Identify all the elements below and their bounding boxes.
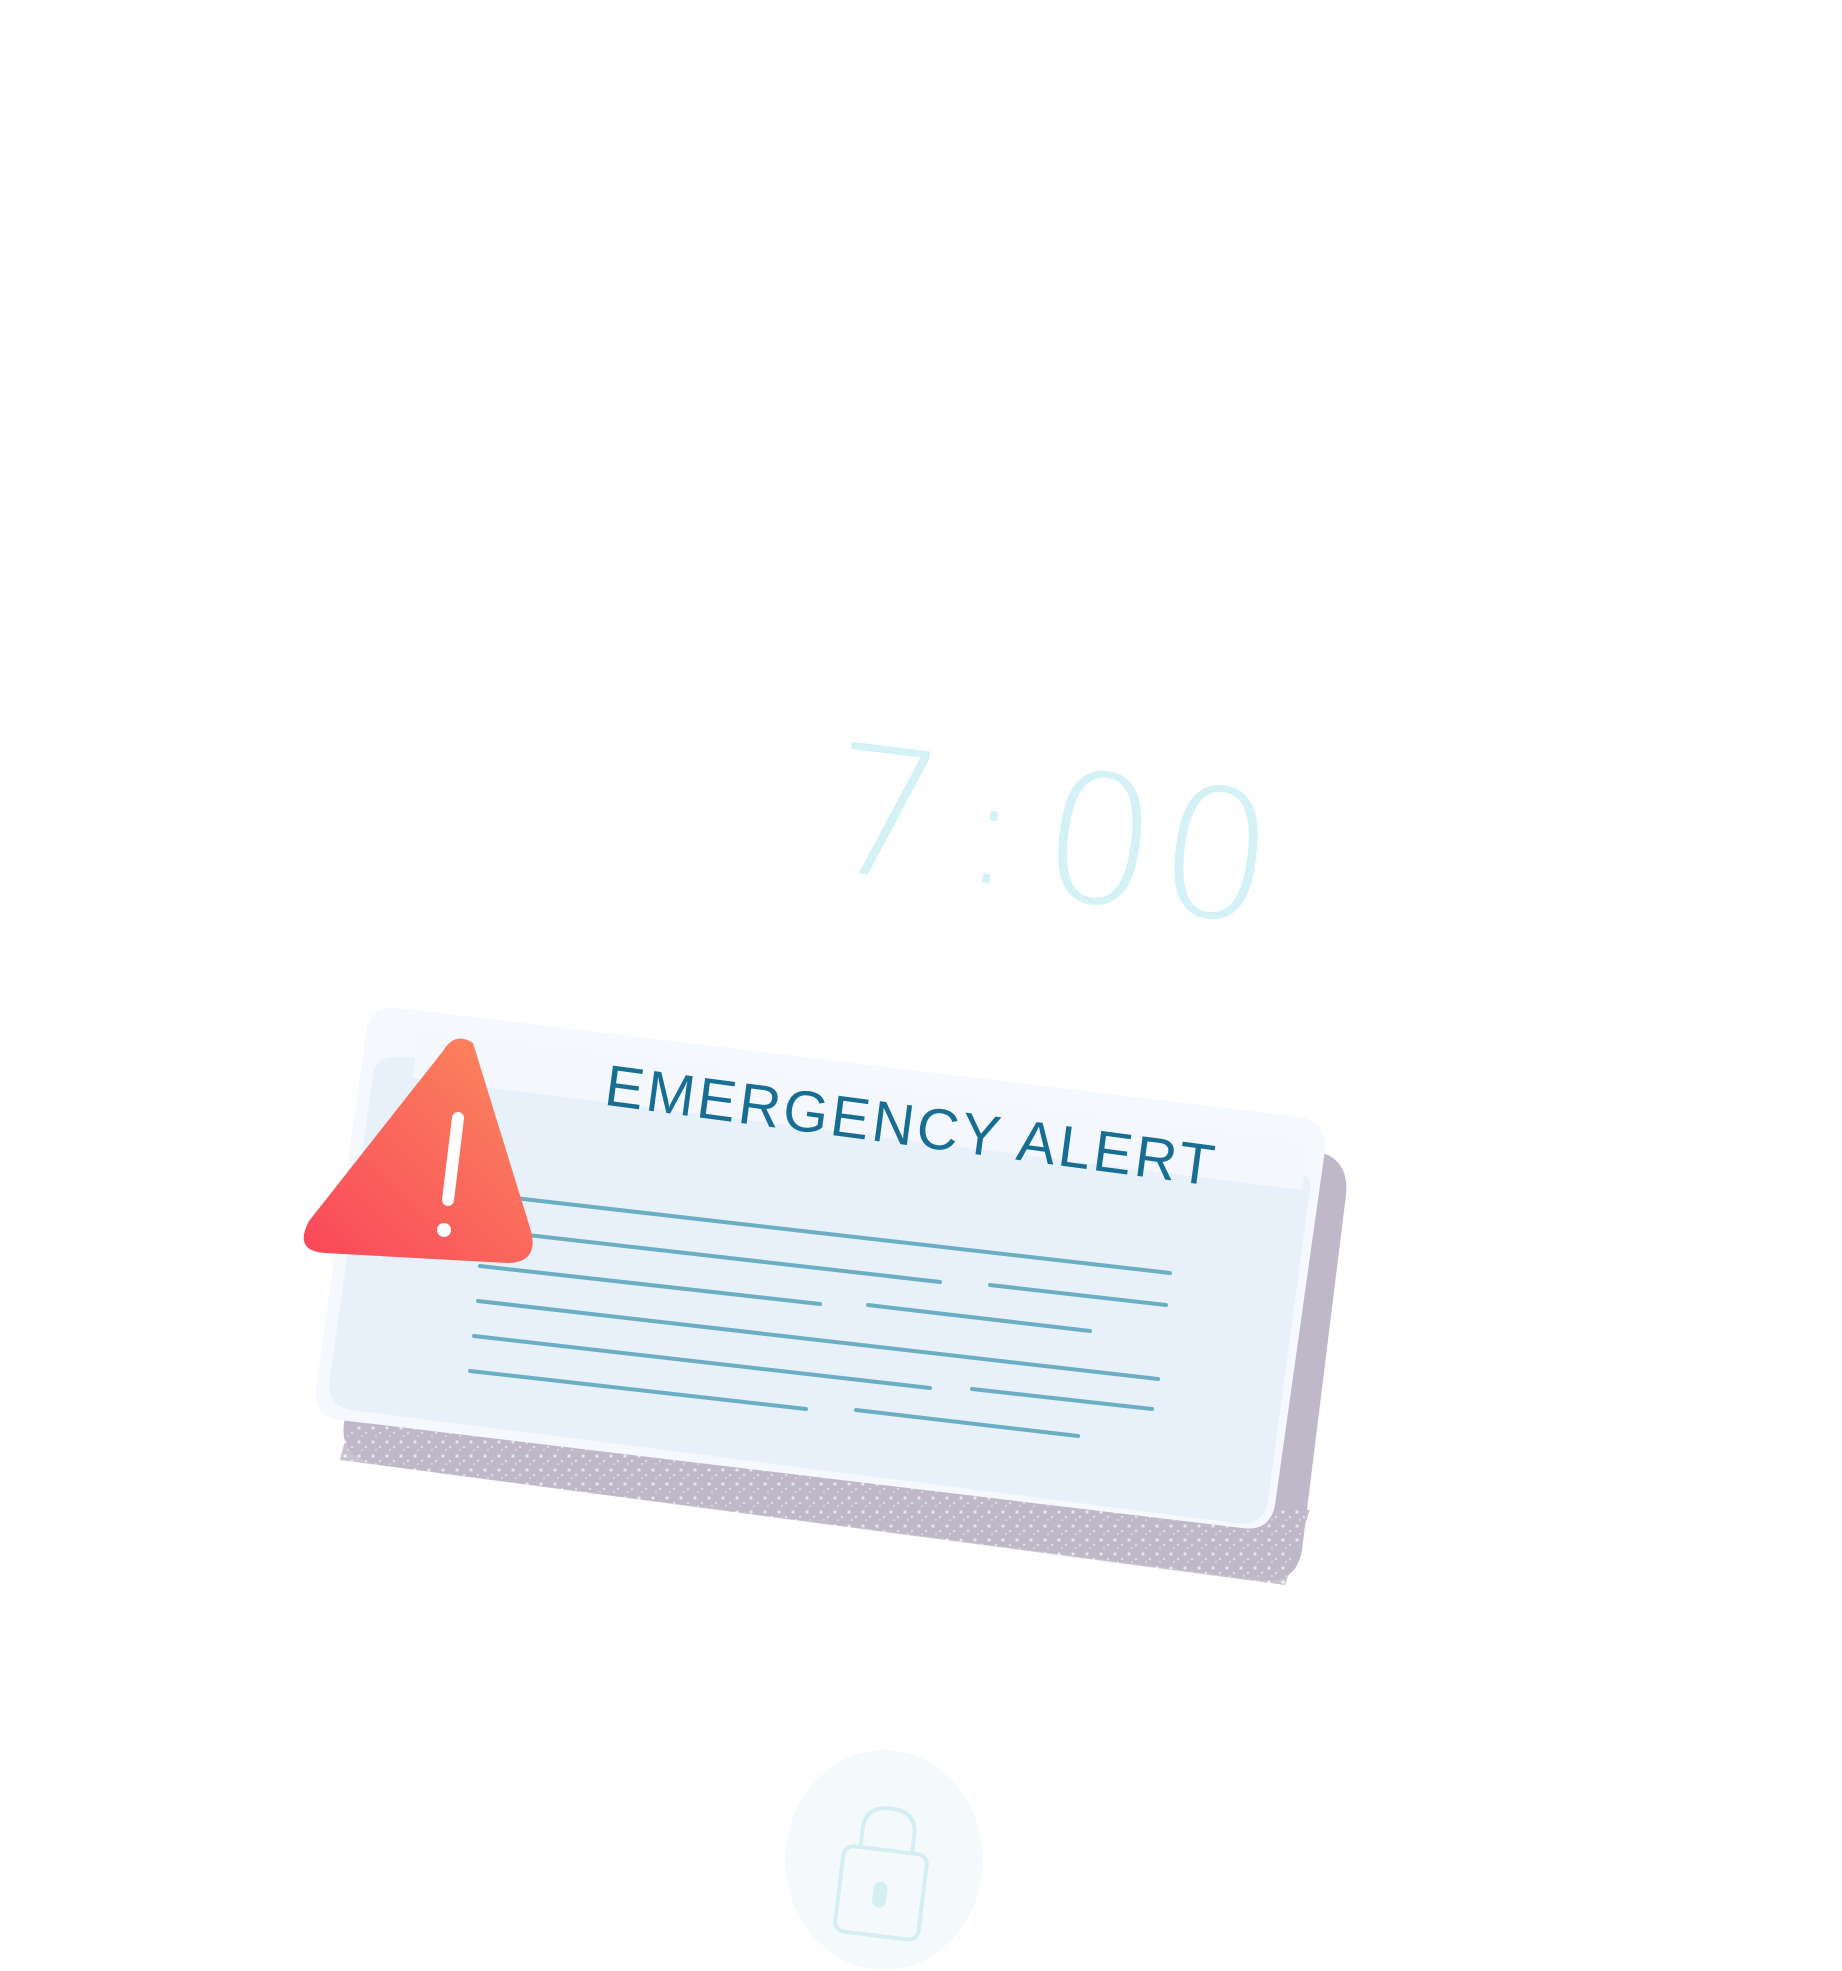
- clock-hours: 7: [816, 705, 959, 925]
- unlock-button[interactable]: [785, 1750, 983, 1970]
- clock-minutes: 00: [1030, 731, 1289, 966]
- padlock-icon: [833, 1806, 929, 1942]
- emergency-alert-notification[interactable]: [300, 990, 1400, 1610]
- lock-screen: 7:00 EMERGENCY ALERT: [0, 0, 1842, 1971]
- clock-separator: :: [956, 742, 1032, 923]
- lock-screen-clock: 7:00: [816, 705, 1289, 970]
